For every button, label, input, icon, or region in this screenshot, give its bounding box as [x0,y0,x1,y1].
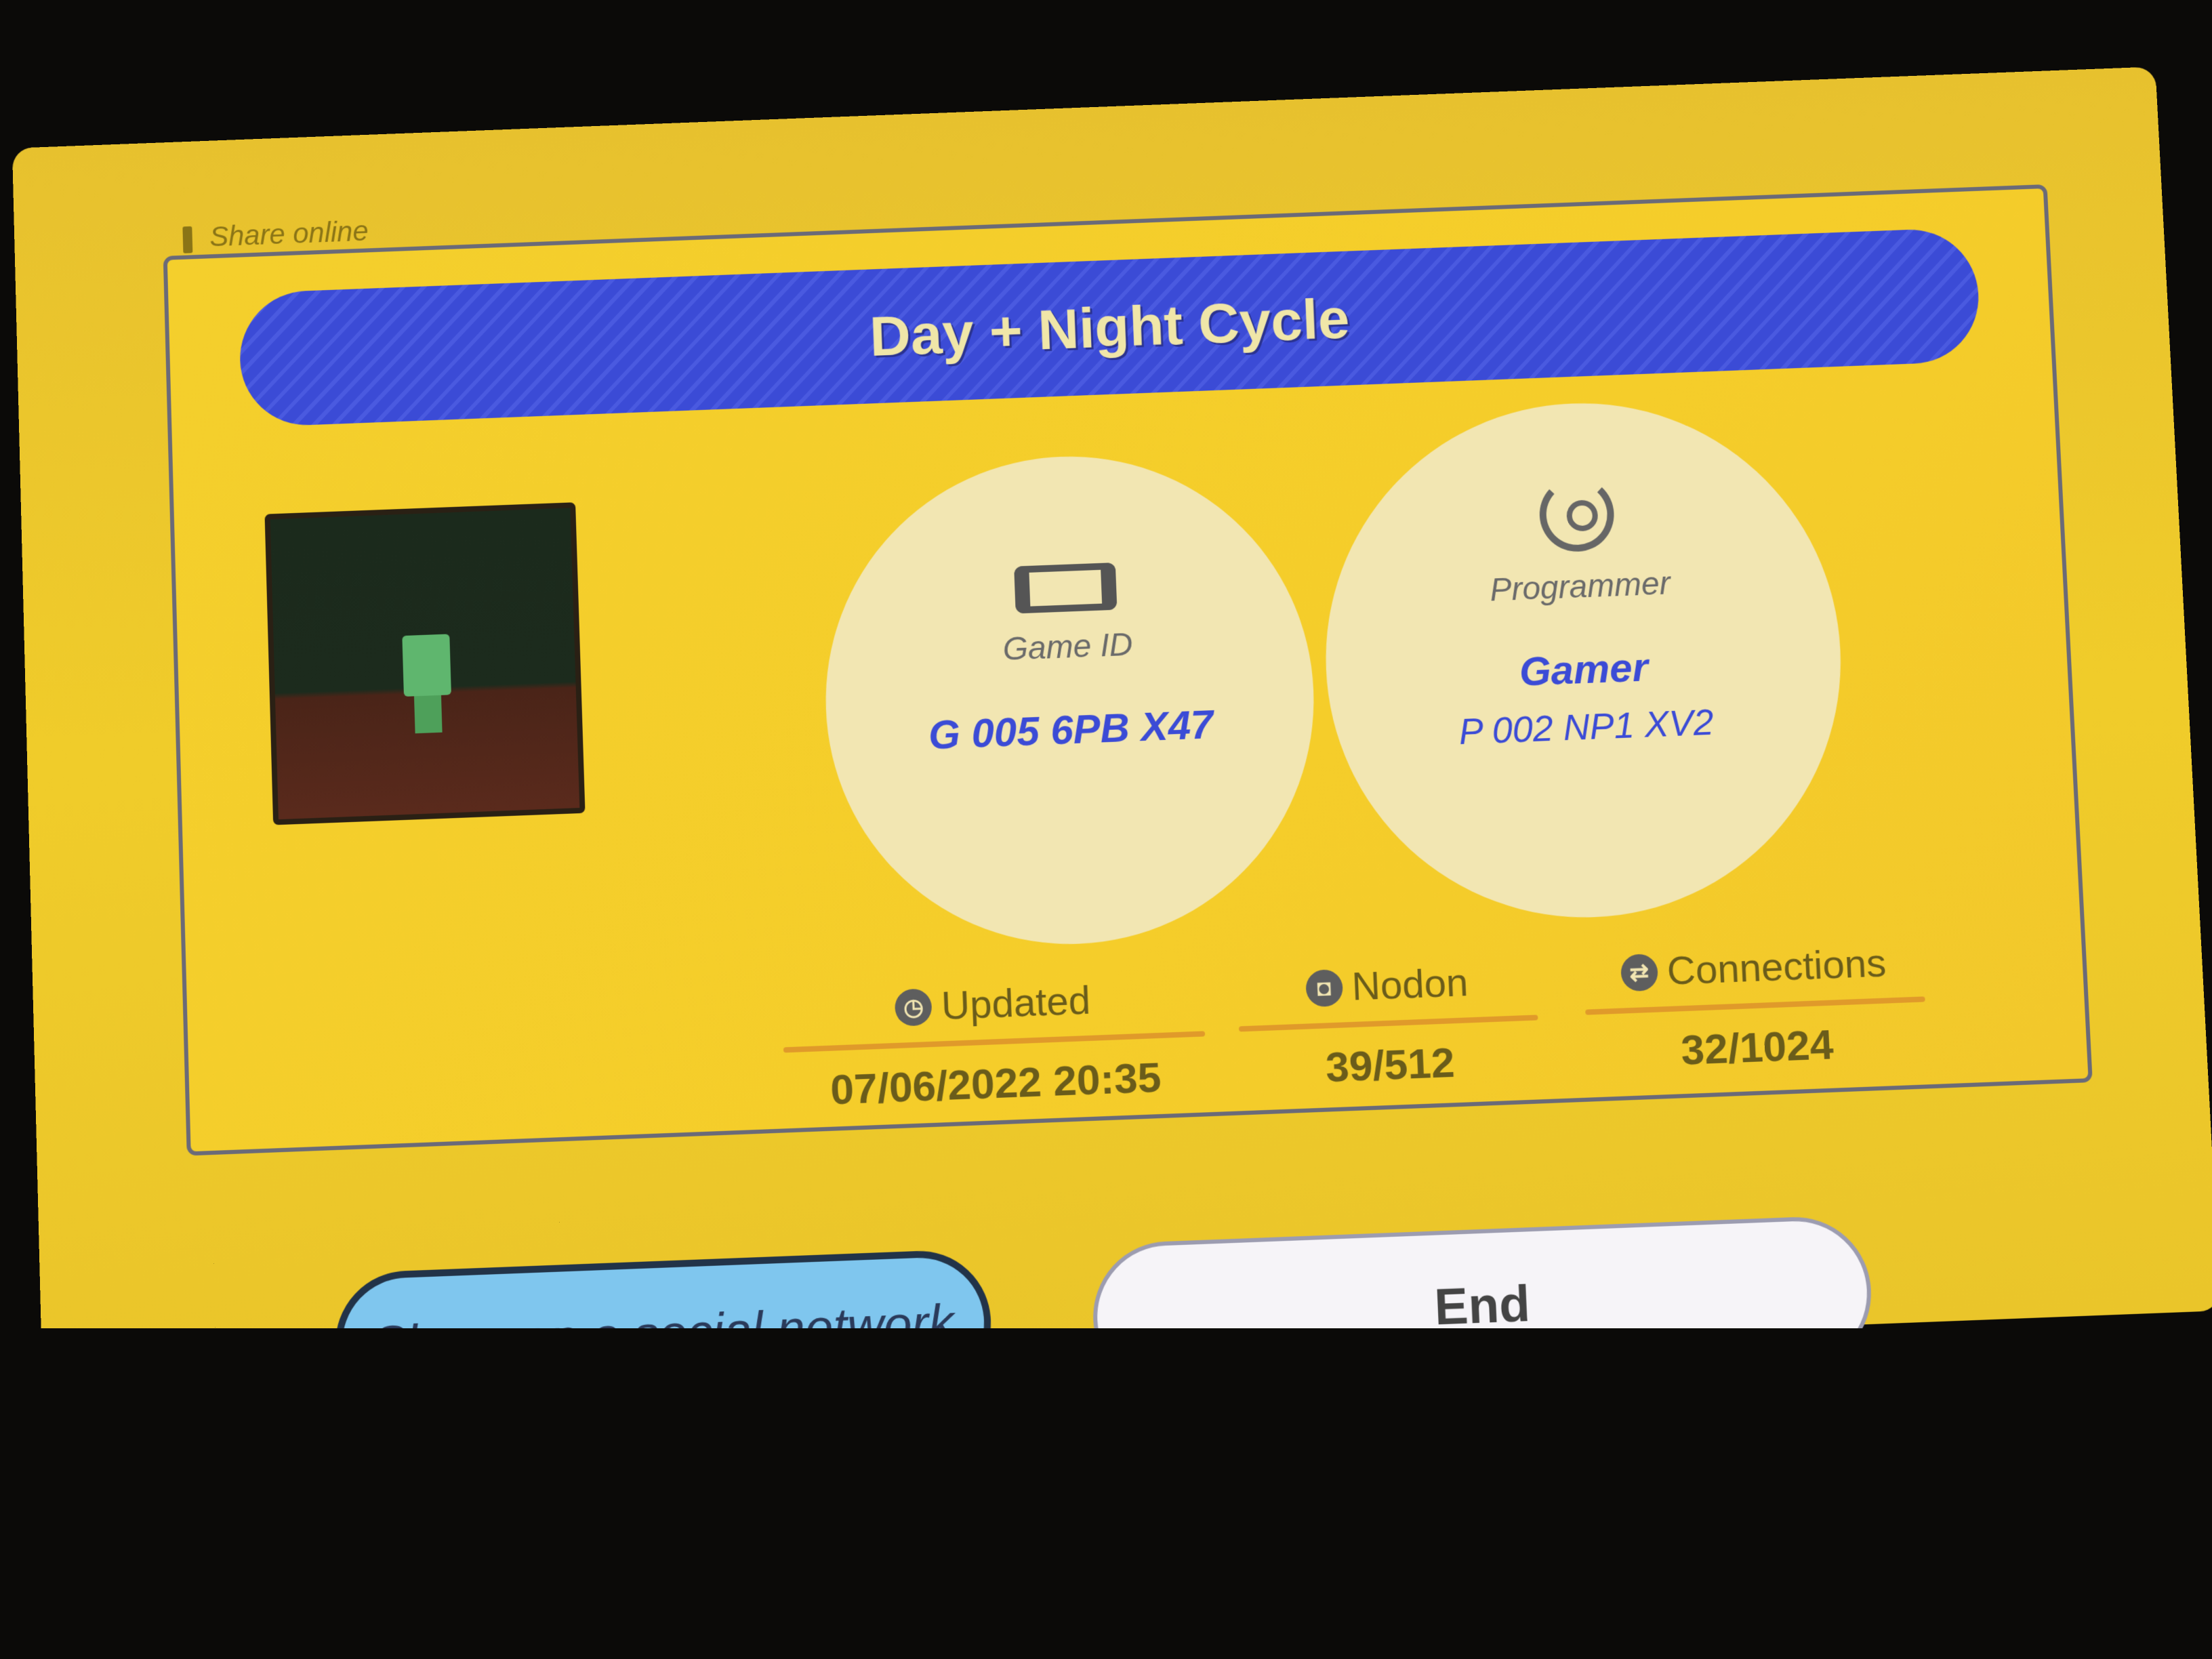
header-icon [182,226,193,253]
nodon-divider [1238,1015,1538,1032]
programmer-label: Programmer [1489,565,1671,609]
updated-label: Updated [940,978,1092,1029]
stat-connections: ⇄ Connections 32/1024 [1582,939,1928,1078]
stat-nodon: ◘ Nodon 39/512 [1236,957,1540,1095]
connections-label: Connections [1666,941,1887,994]
header-label-text: Share online [209,215,369,253]
stat-updated: ◷ Updated 07/06/2022 20:35 [781,973,1208,1116]
game-id-label: Game ID [1002,626,1134,668]
game-title: Day + Night Cycle [868,286,1351,368]
link-icon: ⇄ [1620,953,1659,991]
programmer-name: Gamer [1518,644,1650,695]
screen: Share online Day + Night Cycle Game ID G… [0,0,2212,1659]
bezel-bottom [0,1328,2212,1659]
connections-divider [1585,996,1925,1015]
game-thumbnail [264,502,586,825]
character-sprite [402,634,451,697]
nodon-icon: ◘ [1305,968,1343,1007]
console-icon [1014,562,1118,614]
header-label: Share online [182,215,369,254]
clock-icon: ◷ [894,987,933,1027]
updated-divider [783,1031,1206,1053]
end-label: End [1433,1274,1532,1336]
programmer-icon [1538,476,1616,553]
nodon-label: Nodon [1351,960,1469,1009]
programmer-id: P 002 NP1 XV2 [1458,701,1715,753]
game-id-value: G 005 6PB X47 [927,701,1214,758]
share-online-screen: Share online Day + Night Cycle Game ID G… [12,66,2212,1418]
